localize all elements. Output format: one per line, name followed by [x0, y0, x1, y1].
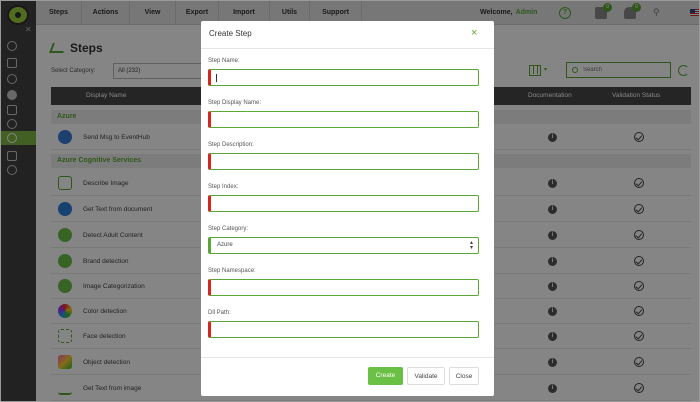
step-name-input[interactable]: [208, 69, 479, 86]
divider: [201, 48, 494, 49]
step-namespace-input[interactable]: [208, 279, 479, 296]
validate-button[interactable]: Validate: [407, 367, 445, 385]
step-category-label: Step Category:: [208, 226, 249, 232]
step-display-name-label: Step Display Name:: [208, 100, 262, 106]
create-step-dialog: Create Step × Step Name: Step Display Na…: [201, 21, 494, 396]
dll-path-input[interactable]: [208, 321, 479, 338]
create-button[interactable]: Create: [368, 367, 403, 385]
step-description-input[interactable]: [208, 153, 479, 170]
step-name-label: Step Name:: [208, 58, 240, 64]
step-description-label: Step Description:: [208, 142, 254, 148]
divider: [201, 357, 494, 358]
step-category-value: Azure: [217, 242, 233, 248]
text-cursor: [216, 74, 217, 82]
app-window: ✕ Steps Actions View Export Import Utils…: [0, 0, 700, 402]
select-arrows-icon: ▴ ▾: [469, 240, 473, 251]
close-button[interactable]: Close: [449, 367, 479, 385]
step-namespace-label: Step Namespace:: [208, 268, 256, 274]
step-index-label: Step Index:: [208, 184, 239, 190]
dialog-title: Create Step: [209, 29, 252, 38]
dll-path-label: Dll Path:: [208, 310, 231, 316]
step-index-input[interactable]: [208, 195, 479, 212]
step-display-name-input[interactable]: [208, 111, 479, 128]
close-icon[interactable]: ×: [471, 27, 477, 39]
step-category-select[interactable]: Azure ▴ ▾: [208, 237, 479, 254]
